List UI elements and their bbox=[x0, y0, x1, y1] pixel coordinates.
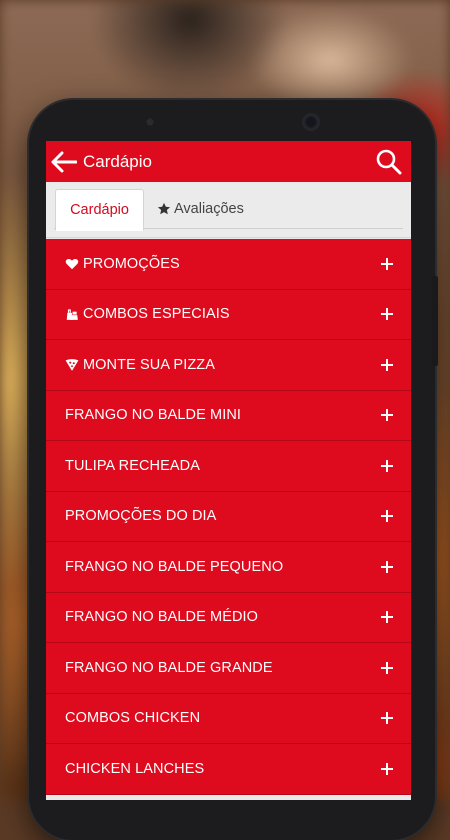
menu-item-frango-balde-pequeno[interactable]: FRANGO NO BALDE PEQUENO bbox=[46, 542, 411, 593]
pizza-icon bbox=[65, 358, 79, 372]
plus-icon[interactable] bbox=[381, 409, 393, 422]
menu-item-label: PROMOÇÕES bbox=[83, 255, 180, 272]
menu-item-frango-balde-medio[interactable]: FRANGO NO BALDE MÉDIO bbox=[46, 592, 411, 643]
app-screen: Cardápio Cardápio Avaliações PROMOÇÕES C… bbox=[46, 141, 411, 800]
menu-item-label: FRANGO NO BALDE GRANDE bbox=[65, 659, 273, 676]
tab-avaliacoes[interactable]: Avaliações bbox=[157, 189, 244, 229]
plus-icon[interactable] bbox=[381, 560, 393, 573]
plus-icon[interactable] bbox=[381, 712, 393, 725]
plus-icon[interactable] bbox=[381, 459, 393, 472]
menu-item-monte-sua-pizza[interactable]: MONTE SUA PIZZA bbox=[46, 340, 411, 391]
plus-icon[interactable] bbox=[381, 661, 393, 674]
page-title: Cardápio bbox=[83, 151, 152, 171]
arrow-left-icon bbox=[51, 151, 77, 172]
menu-item-tulipa-recheada[interactable]: TULIPA RECHEADA bbox=[46, 441, 411, 492]
heart-icon bbox=[65, 257, 79, 271]
menu-item-label: CHICKEN LANCHES bbox=[65, 760, 205, 777]
menu-item-label: FRANGO NO BALDE MINI bbox=[65, 407, 242, 424]
app-bar: Cardápio bbox=[46, 141, 411, 182]
menu-item-label: TULIPA RECHEADA bbox=[65, 457, 200, 474]
search-icon bbox=[376, 149, 402, 175]
tab-bar: Cardápio Avaliações bbox=[46, 182, 411, 238]
menu-item-chicken-lanches[interactable]: CHICKEN LANCHES bbox=[46, 744, 411, 795]
combo-icon bbox=[65, 307, 79, 321]
menu-item-frango-balde-mini[interactable]: FRANGO NO BALDE MINI bbox=[46, 390, 411, 441]
menu-item-combos-chicken[interactable]: COMBOS CHICKEN bbox=[46, 693, 411, 744]
menu-item-frango-balde-grande[interactable]: FRANGO NO BALDE GRANDE bbox=[46, 643, 411, 694]
tab-cardapio[interactable]: Cardápio bbox=[55, 189, 144, 231]
menu-item-label: COMBOS ESPECIAIS bbox=[83, 306, 230, 323]
menu-item-promocoes[interactable]: PROMOÇÕES bbox=[46, 239, 411, 290]
menu-item-promocoes-do-dia[interactable]: PROMOÇÕES DO DIA bbox=[46, 491, 411, 542]
back-button[interactable] bbox=[46, 141, 82, 182]
star-icon bbox=[157, 202, 171, 215]
menu-list: PROMOÇÕES COMBOS ESPECIAIS MONTE SUA PIZ… bbox=[46, 239, 411, 795]
plus-icon[interactable] bbox=[381, 257, 393, 270]
phone-side-button bbox=[432, 276, 438, 366]
phone-camera bbox=[304, 115, 318, 129]
menu-item-combos-especiais[interactable]: COMBOS ESPECIAIS bbox=[46, 289, 411, 340]
tab-avaliacoes-label: Avaliações bbox=[174, 201, 244, 217]
menu-item-label: COMBOS CHICKEN bbox=[65, 710, 201, 727]
plus-icon[interactable] bbox=[381, 762, 393, 775]
plus-icon[interactable] bbox=[381, 510, 393, 523]
plus-icon[interactable] bbox=[381, 308, 393, 321]
menu-item-label: FRANGO NO BALDE MÉDIO bbox=[65, 609, 259, 626]
tab-cardapio-label: Cardápio bbox=[70, 202, 129, 218]
menu-item-label: PROMOÇÕES DO DIA bbox=[65, 508, 217, 525]
plus-icon[interactable] bbox=[381, 358, 393, 371]
menu-item-label: FRANGO NO BALDE PEQUENO bbox=[65, 558, 284, 575]
plus-icon[interactable] bbox=[381, 611, 393, 624]
phone-sensor bbox=[145, 117, 155, 127]
search-button[interactable] bbox=[375, 148, 403, 176]
menu-item-label: MONTE SUA PIZZA bbox=[83, 356, 216, 373]
